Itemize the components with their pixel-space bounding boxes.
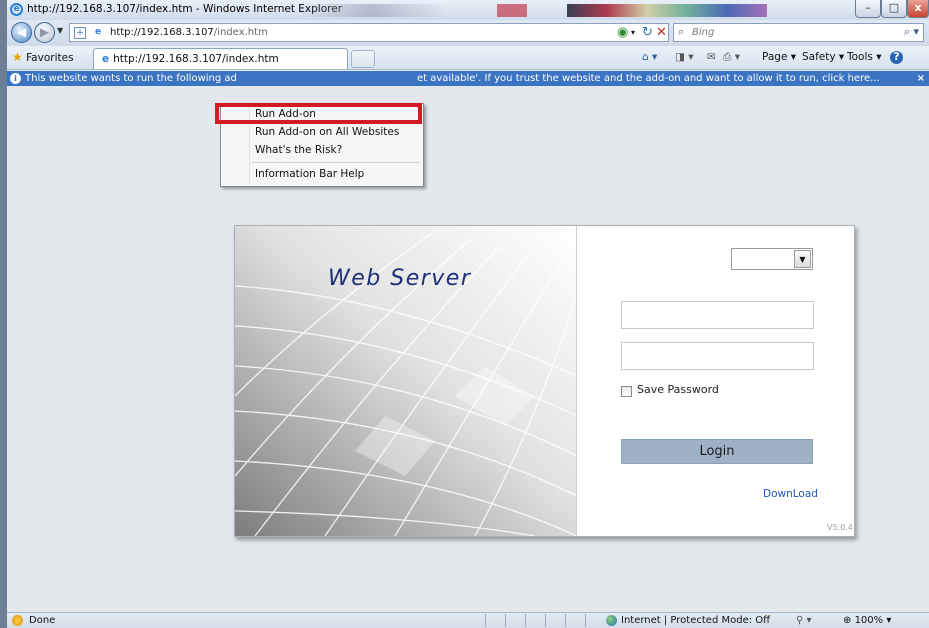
status-separator <box>565 614 566 627</box>
chevron-down-icon[interactable]: ▼ <box>794 250 811 268</box>
save-password-label: Save Password <box>637 383 719 396</box>
print-icon[interactable]: ⎙ ▾ <box>723 51 740 64</box>
menu-item-whats-the-risk[interactable]: What's the Risk? <box>255 144 342 156</box>
language-select[interactable]: ▼ <box>731 248 813 270</box>
menu-item-run-addon-all-websites[interactable]: Run Add-on on All Websites <box>255 126 399 138</box>
browser-tab[interactable]: e http://192.168.3.107/index.htm <box>93 48 348 69</box>
brand-title: Web Server <box>328 266 472 291</box>
close-button[interactable]: x <box>907 0 929 18</box>
status-separator <box>485 614 486 627</box>
bing-search-icon: ⌕ <box>678 25 685 38</box>
search-box[interactable]: ⌕ Bing ⌕ ▾ <box>673 23 924 42</box>
highlight-box <box>215 103 422 124</box>
background-blur-decoration <box>297 4 447 17</box>
refresh-icon[interactable]: ↻ <box>642 25 653 40</box>
menu-item-information-bar-help[interactable]: Information Bar Help <box>255 168 364 180</box>
information-bar[interactable]: i This website wants to run the followin… <box>7 71 929 86</box>
tab-page-icon: e <box>102 53 110 65</box>
download-link[interactable]: DownLoad <box>763 488 818 500</box>
status-separator <box>585 614 586 627</box>
infobar-text-end: et available'. If you trust the website … <box>417 73 880 84</box>
recent-pages-dropdown-icon[interactable]: ▼ <box>57 26 63 35</box>
status-text: Done <box>29 615 56 626</box>
infobar-close-icon[interactable]: × <box>917 71 925 86</box>
info-icon: i <box>10 72 21 84</box>
address-toolbar: ◀ ▶ ▼ + e http://192.168.3.107/index.htm… <box>7 20 929 46</box>
page-menu[interactable]: Page ▾ <box>762 51 796 63</box>
search-input[interactable]: Bing <box>692 27 714 38</box>
browser-window: e http://192.168.3.107/index.htm - Windo… <box>0 0 929 628</box>
title-bar: e http://192.168.3.107/index.htm - Windo… <box>7 0 929 20</box>
login-panel: Web Server ▼ Save Password Login DownLoa… <box>234 225 855 537</box>
home-icon[interactable]: ⌂ ▾ <box>642 51 657 63</box>
security-zone-text[interactable]: Internet | Protected Mode: Off <box>621 613 770 628</box>
version-label: V5.0.4 <box>827 523 853 532</box>
maximize-button[interactable]: □ <box>881 0 907 18</box>
search-go-icon[interactable]: ⌕ ▾ <box>904 25 919 39</box>
forward-button[interactable]: ▶ <box>34 22 55 43</box>
favorites-label: Favorites <box>26 52 74 64</box>
password-field[interactable] <box>621 342 814 370</box>
favorites-star-icon: ★ <box>12 50 23 64</box>
background-blur-decoration <box>567 4 767 17</box>
login-form: ▼ Save Password Login DownLoad V5.0.4 <box>578 226 855 536</box>
username-field[interactable] <box>621 301 814 329</box>
back-button[interactable]: ◀ <box>11 22 32 43</box>
status-separator <box>505 614 506 627</box>
status-separator <box>545 614 546 627</box>
tools-menu[interactable]: Tools ▾ <box>847 51 881 63</box>
compatibility-view-icon[interactable]: ◉ <box>617 25 628 40</box>
new-tab-button[interactable] <box>351 50 375 68</box>
internet-zone-icon <box>606 615 617 626</box>
mail-icon[interactable]: ✉ <box>707 51 716 63</box>
url-host: http://192.168.3.107 <box>110 27 214 38</box>
safety-menu[interactable]: Safety ▾ <box>802 51 844 63</box>
favorites-button[interactable]: ★ Favorites <box>12 50 74 64</box>
tab-title: http://192.168.3.107/index.htm <box>113 53 279 65</box>
menu-separator <box>251 162 420 163</box>
warning-icon <box>12 615 23 626</box>
save-password-checkbox[interactable] <box>621 386 632 397</box>
url-path: /index.htm <box>213 27 268 38</box>
stop-icon[interactable]: ✕ <box>656 25 667 40</box>
window-title: http://192.168.3.107/index.htm - Windows… <box>27 3 343 15</box>
zoom-value: 100% <box>854 615 884 626</box>
favorites-bar: ★ Favorites e http://192.168.3.107/index.… <box>7 46 929 70</box>
address-bar[interactable]: + e http://192.168.3.107/index.htm ◉ ▾ ↻… <box>69 23 669 42</box>
protected-mode-icon[interactable]: ⚲ ▾ <box>796 613 812 628</box>
infobar-text-start: This website wants to run the following … <box>25 73 237 84</box>
feeds-icon[interactable]: ◨ ▾ <box>675 51 694 63</box>
compatibility-icon[interactable]: + <box>74 27 86 39</box>
web-server-banner: Web Server <box>235 226 577 536</box>
zoom-level[interactable]: ⊕ 100% ▾ <box>843 613 891 628</box>
minimize-button[interactable]: – <box>855 0 881 18</box>
login-button[interactable]: Login <box>621 439 813 464</box>
status-separator <box>525 614 526 627</box>
page-icon: e <box>94 27 102 37</box>
help-icon[interactable]: ? <box>890 51 903 64</box>
dropdown-icon[interactable]: ▾ <box>631 25 635 40</box>
status-bar: Done Internet | Protected Mode: Off ⚲ ▾ … <box>7 612 929 628</box>
ie-logo-icon: e <box>10 3 23 16</box>
address-url[interactable]: http://192.168.3.107/index.htm <box>110 27 268 38</box>
background-blur-decoration <box>497 4 527 17</box>
